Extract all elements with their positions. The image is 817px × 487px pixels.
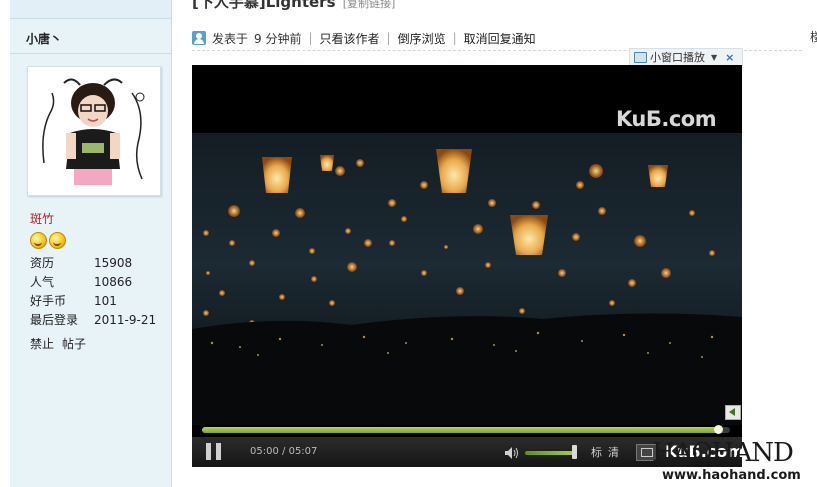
- user-title: 斑竹: [30, 212, 55, 226]
- smiley-medal-icon: [30, 232, 47, 249]
- reverse-browse-link[interactable]: 倒序浏览: [398, 30, 446, 47]
- stat-label: 好手币: [30, 294, 67, 308]
- stat-value: 15908: [94, 255, 133, 270]
- video-watermark: KuБ.com: [616, 107, 717, 131]
- chevron-down-icon[interactable]: ▼: [711, 53, 717, 62]
- avatar[interactable]: [27, 66, 161, 196]
- stat-row: 好手币 101: [30, 291, 170, 310]
- stat-label: 人气: [30, 275, 55, 289]
- progress-bar[interactable]: [202, 425, 730, 434]
- quality-toggle[interactable]: 标清: [591, 444, 625, 460]
- sky-lanterns-scene: [192, 149, 742, 425]
- stat-row: 资历 15908: [30, 253, 170, 272]
- progress-handle[interactable]: [714, 425, 724, 434]
- post-title-text: [下人手慕]Lighters: [192, 0, 336, 11]
- separator: |: [452, 31, 457, 45]
- cancel-notify-link[interactable]: 取消回复通知: [464, 30, 536, 47]
- post-title: [下人手慕]Lighters [复制链接]: [192, 0, 395, 12]
- smiley-medal-icon: [49, 232, 66, 249]
- separator: |: [386, 31, 391, 45]
- user-actions: 禁止 帖子: [30, 335, 86, 352]
- mini-player-label: 小窗口播放: [650, 51, 705, 64]
- medals: [30, 232, 66, 249]
- floor-label: 楼: [810, 30, 817, 44]
- stat-label: 资历: [30, 256, 55, 270]
- ban-user-link[interactable]: 禁止: [30, 335, 54, 352]
- site-brand: HAOHAND: [652, 438, 794, 468]
- stat-value: 10866: [94, 274, 133, 289]
- posted-time: 9 分钟前: [254, 31, 302, 46]
- site-url: www.haohand.com: [662, 468, 801, 483]
- video-frame[interactable]: [192, 133, 742, 425]
- user-posts-link[interactable]: 帖子: [62, 335, 86, 352]
- video-player[interactable]: KuБ.com 05:00 / 05:07 标清 KuБ.com: [192, 65, 742, 467]
- sidebar-divider: [10, 53, 171, 54]
- volume-icon[interactable]: [505, 447, 519, 459]
- pause-icon[interactable]: [206, 443, 222, 460]
- time-display: 05:00 / 05:07: [250, 446, 317, 457]
- author-only-link[interactable]: 只看该作者: [320, 30, 380, 47]
- volume-handle[interactable]: [572, 445, 577, 459]
- stat-value: 2011-9-21: [94, 312, 157, 327]
- sidebar-top-strip: [10, 0, 171, 19]
- avatar-illustration: [36, 73, 152, 189]
- posted-label: 发表于: [212, 31, 249, 46]
- stat-row: 人气 10866: [30, 272, 170, 291]
- separator: |: [308, 31, 313, 45]
- stat-label: 最后登录: [30, 313, 79, 327]
- user-stats: 资历 15908 人气 10866 好手币 101 最后登录 2011-9-21: [30, 253, 170, 329]
- stat-value: 101: [94, 293, 117, 308]
- time-total: 05:07: [288, 446, 318, 457]
- progress-fill: [202, 427, 720, 433]
- copy-link[interactable]: [复制链接]: [343, 0, 396, 10]
- stat-row: 最后登录 2011-9-21: [30, 310, 170, 329]
- username[interactable]: 小唐丶: [26, 30, 62, 47]
- tv-icon: [634, 51, 647, 63]
- volume-slider[interactable]: [525, 451, 577, 455]
- collapse-arrow-icon[interactable]: [725, 405, 741, 420]
- mini-window-play[interactable]: 小窗口播放 ▼ ×: [629, 48, 743, 66]
- close-icon[interactable]: ×: [725, 51, 734, 64]
- user-online-icon: [192, 31, 206, 45]
- user-info-sidebar: 小唐丶 斑竹 资历 15908 人气 10866 好手币 101 最后登录 20…: [10, 0, 172, 487]
- time-current: 05:00: [250, 446, 279, 457]
